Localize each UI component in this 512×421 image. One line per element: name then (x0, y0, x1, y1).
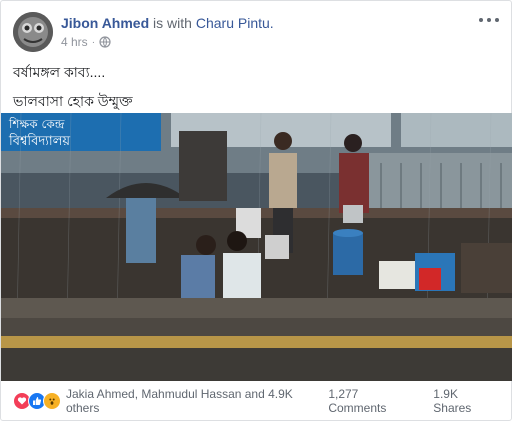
reaction-icons[interactable] (13, 392, 61, 410)
time-line: 4 hrs · (61, 35, 274, 49)
tagged-user[interactable]: Charu Pintu. (196, 15, 274, 31)
post-footer: Jakia Ahmed, Mahmudul Hassan and 4.9K ot… (13, 387, 499, 415)
more-dot-icon (495, 18, 499, 22)
more-options-button[interactable] (479, 12, 499, 28)
with-text: is with (149, 15, 196, 31)
post-text: বর্ষামঙ্গল কাব্য.... ভালবাসা হোক উম্মুক্… (13, 61, 133, 119)
reaction-names[interactable]: Jakia Ahmed, Mahmudul Hassan and 4.9K ot… (66, 387, 328, 415)
comments-count[interactable]: 1,277 Comments (328, 387, 419, 415)
post-text-line: বর্ষামঙ্গল কাব্য.... (13, 64, 106, 80)
post-time[interactable]: 4 hrs (61, 35, 88, 49)
post-meta: Jibon Ahmed is with Charu Pintu. 4 hrs · (61, 14, 274, 49)
sign-text-1: শিক্ষক কেন্দ্র (8, 117, 65, 131)
sign-text-2: বিশ্ববিদ্যালয় (8, 133, 70, 149)
separator: · (91, 36, 96, 48)
wow-icon (43, 392, 61, 410)
facebook-post: Jibon Ahmed is with Charu Pintu. 4 hrs ·… (0, 0, 512, 421)
author-name[interactable]: Jibon Ahmed (61, 15, 149, 31)
avatar[interactable] (13, 12, 53, 52)
shares-count[interactable]: 1.9K Shares (433, 387, 499, 415)
engagement-counts: 1,277 Comments 1.9K Shares (328, 387, 499, 415)
author-line: Jibon Ahmed is with Charu Pintu. (61, 14, 274, 32)
avatar-image (13, 12, 53, 52)
post-header: Jibon Ahmed is with Charu Pintu. 4 hrs · (13, 12, 499, 54)
globe-icon[interactable] (99, 36, 111, 48)
more-dot-icon (487, 18, 491, 22)
post-photo[interactable]: শিক্ষক কেন্দ্র বিশ্ববিদ্যালয় (1, 113, 512, 381)
more-dot-icon (479, 18, 483, 22)
post-text-line: ভালবাসা হোক উম্মুক্ত (13, 93, 133, 109)
